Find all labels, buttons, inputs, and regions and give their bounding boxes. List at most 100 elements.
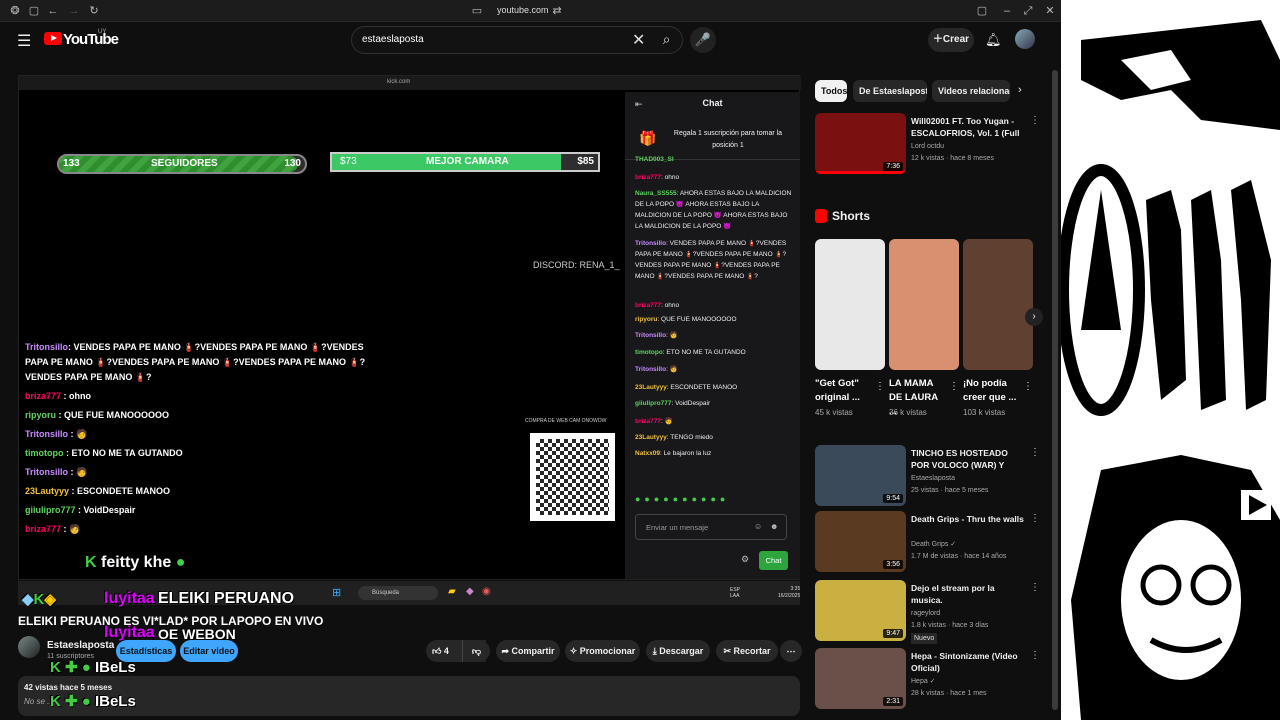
chip-from-channel[interactable]: De Estaeslaposta	[853, 80, 927, 102]
related-video-thumbnail[interactable]: 9:54	[815, 445, 906, 506]
stream-chat-user[interactable]: THAD003_SI	[635, 156, 674, 163]
related-video-title[interactable]: Hepa - Sintonizame (Video Oficial)	[911, 650, 1026, 674]
more-options-icon[interactable]: ⋮	[1030, 513, 1040, 524]
emote-picker-icon[interactable]: ☻	[770, 522, 778, 531]
share-page-icon[interactable]: ⇄	[550, 4, 564, 18]
youtube-logo-icon[interactable]	[44, 32, 62, 45]
address-bar[interactable]: youtube.com	[497, 5, 549, 15]
shorts-heading: Shorts	[832, 209, 871, 223]
short-thumbnail[interactable]	[889, 239, 959, 370]
chat-send-button[interactable]: Chat	[759, 551, 788, 570]
edit-video-button[interactable]: Editar video	[180, 640, 238, 662]
back-icon[interactable]: ←	[46, 4, 60, 18]
stream-chat-user[interactable]: 23Lautyyy	[635, 434, 667, 441]
download-button[interactable]: ⤓ Descargar	[646, 640, 710, 662]
related-video-title[interactable]: Dejo el stream por la musica.	[911, 582, 1026, 606]
emote-bar[interactable]: ●●●●●●●●●●	[635, 494, 795, 506]
chat-text: : QUE FUE MANOOOOOO	[56, 410, 170, 420]
stream-chat-user[interactable]: Tritonsillo	[635, 240, 666, 247]
video-player[interactable]: kick.com 133 SEGUIDORES 130 $73 MEJOR CA…	[18, 75, 801, 580]
window-tile-icon[interactable]: ▢	[975, 4, 989, 18]
related-video-thumbnail[interactable]: 3:56	[815, 511, 906, 572]
close-icon[interactable]: ✕	[1043, 4, 1057, 18]
stream-chat-user[interactable]: Tritonsillo	[635, 332, 666, 339]
related-video-title[interactable]: Will02001 FT. Too Yugan - ESCALOFRIOS, V…	[911, 115, 1026, 139]
short-title[interactable]: ¡No podía creer que ...	[963, 377, 1021, 405]
related-video-channel[interactable]: rageylord	[911, 608, 940, 619]
search-input[interactable]: estaeslaposta	[362, 34, 424, 45]
restore-icon[interactable]: ⤢	[1021, 4, 1035, 18]
minimize-icon[interactable]: –	[1000, 4, 1014, 18]
related-video-thumbnail[interactable]: 9:47	[815, 580, 906, 641]
short-thumbnail[interactable]	[815, 239, 885, 370]
chip-related[interactable]: Videos relacionados	[932, 80, 1010, 102]
more-options-icon[interactable]: ⋮	[1030, 447, 1040, 458]
stream-chat-user[interactable]: 23Lautyyy	[635, 384, 667, 391]
taskbar-search[interactable]: Búsqueda	[358, 586, 438, 600]
thumbs-down-icon: 👎︎	[471, 646, 482, 656]
hamburger-menu-icon[interactable]: ☰	[17, 31, 31, 51]
notifications-bell-icon[interactable]: 🔔︎	[985, 32, 1002, 48]
search-bar[interactable]: estaeslaposta ✕	[351, 26, 683, 54]
create-button[interactable]: ＋Crear	[928, 28, 974, 52]
stream-chat-user[interactable]: timotopo	[635, 349, 663, 356]
scrollbar[interactable]	[1049, 62, 1061, 720]
related-video-title[interactable]: TINCHO ES HOSTEADO POR VOLOCO (WAR) Y HA…	[911, 447, 1026, 471]
reload-icon[interactable]: ↻	[87, 4, 101, 18]
stream-chat-user[interactable]: briza777	[635, 174, 661, 181]
shorts-next-icon[interactable]: ›	[1025, 308, 1043, 326]
more-options-icon[interactable]: ⋮	[1023, 381, 1033, 392]
stream-chat-user[interactable]: Naura_SS555	[635, 190, 677, 197]
stream-chat-user[interactable]: briza777	[635, 302, 661, 309]
chips-next-icon[interactable]: ›	[1018, 84, 1022, 96]
browser-app-icon[interactable]: ◉	[482, 586, 491, 597]
stream-chat-user[interactable]: giiulipro777	[635, 400, 671, 407]
sidebar-icon[interactable]: ▢	[27, 4, 41, 18]
related-video-thumbnail[interactable]: 2:31	[815, 648, 906, 709]
more-options-icon[interactable]: ⋮	[1030, 650, 1040, 661]
stream-chat-user[interactable]: Natxx09	[635, 450, 660, 457]
stream-chat-message: briza777: ohno	[635, 172, 795, 183]
channel-name[interactable]: Estaeslaposta	[47, 640, 114, 651]
search-icon[interactable]: ⌕	[651, 26, 682, 52]
related-video-title[interactable]: Death Grips - Thru the walls	[911, 513, 1026, 525]
related-video-channel[interactable]: Lord octdu	[911, 141, 944, 152]
more-options-icon[interactable]: ⋮	[1030, 115, 1040, 126]
stream-chat-user[interactable]: Tritonsillo	[635, 366, 666, 373]
followers-right-value: 130	[284, 158, 301, 169]
channel-avatar[interactable]	[18, 636, 40, 658]
related-video-channel[interactable]: Hepa ✓	[911, 676, 936, 687]
youtube-logo-text[interactable]: YouTube	[63, 31, 119, 48]
related-video-channel[interactable]: Death Grips ✓	[911, 539, 956, 550]
more-options-icon[interactable]: ⋮	[875, 381, 885, 392]
share-button[interactable]: ➦ Compartir	[496, 640, 560, 662]
more-actions-button[interactable]: ⋯	[780, 640, 802, 662]
stream-chat-user[interactable]: ripyoru	[635, 316, 657, 323]
chat-user: 23Lautyyy	[25, 486, 70, 496]
account-avatar[interactable]	[1015, 29, 1035, 49]
short-thumbnail[interactable]	[963, 239, 1033, 370]
chat-settings-icon[interactable]: ⚙	[741, 554, 749, 565]
browser-menu-icon[interactable]: ❂	[8, 4, 22, 18]
dislike-button[interactable]: 👎︎	[462, 640, 490, 662]
more-options-icon[interactable]: ⋮	[949, 381, 959, 392]
language-indicator: ESP LAA	[730, 587, 741, 599]
microphone-icon[interactable]: 🎤	[690, 27, 716, 53]
more-options-icon[interactable]: ⋮	[1030, 582, 1040, 593]
short-title[interactable]: "Get Got" original ...	[815, 377, 873, 405]
folder-icon[interactable]: ▰	[448, 586, 456, 597]
youtube-header: ☰ YouTube UY estaeslaposta ✕ ⌕ 🎤 ＋Crear …	[0, 22, 1061, 62]
related-video-thumbnail[interactable]: 7:36	[815, 113, 906, 174]
related-video-channel[interactable]: Estaeslaposta	[911, 473, 955, 484]
stream-chat-user[interactable]: briza777	[635, 418, 661, 425]
chip-all[interactable]: Todos	[815, 80, 847, 102]
emoji-icon[interactable]: ☺	[754, 522, 762, 531]
promote-button[interactable]: ✧ Promocionar	[565, 640, 640, 662]
clip-button[interactable]: ✂ Recortar	[716, 640, 778, 662]
app-icon[interactable]: ◆	[466, 586, 474, 597]
chat-message-input[interactable]: Enviar un mensaje ☺ ☻	[635, 514, 787, 540]
forward-icon[interactable]: →	[67, 4, 81, 18]
feitty-text: feitty khe	[101, 554, 172, 571]
clear-search-icon[interactable]: ✕	[632, 30, 645, 50]
windows-start-icon[interactable]: ⊞	[332, 586, 341, 599]
